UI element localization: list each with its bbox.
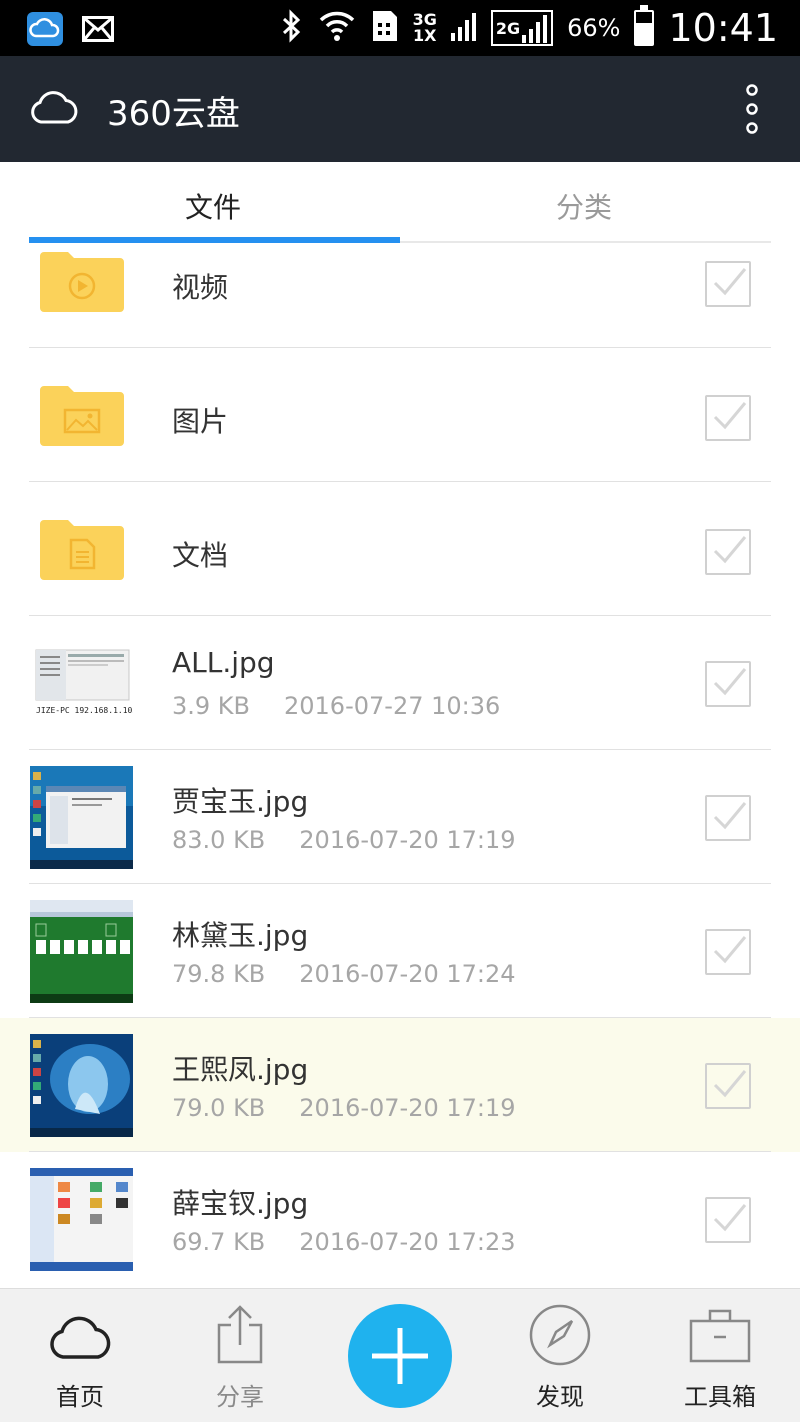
select-checkbox[interactable] bbox=[705, 261, 751, 307]
status-bar: 3G 1X 2G 66% 10:41 bbox=[0, 0, 800, 56]
file-name: 图片 bbox=[172, 405, 229, 438]
file-date: 2016-07-20 17:23 bbox=[299, 1228, 516, 1256]
nav-share[interactable]: 分享 bbox=[160, 1289, 320, 1423]
select-checkbox[interactable] bbox=[705, 661, 751, 707]
tab-bar: 文件 分类 bbox=[0, 162, 800, 244]
tab-active-indicator bbox=[29, 237, 400, 243]
image-thumbnail bbox=[30, 900, 133, 1003]
toolbox-icon bbox=[688, 1307, 752, 1369]
app-title: 360云盘 bbox=[107, 94, 240, 134]
list-item-file[interactable]: 薛宝钗.jpg 69.7 KB 2016-07-20 17:23 bbox=[0, 1152, 800, 1286]
battery-fill bbox=[636, 22, 653, 44]
mail-icon bbox=[82, 16, 114, 46]
file-meta: 79.0 KB 2016-07-20 17:19 bbox=[172, 1094, 516, 1122]
select-checkbox[interactable] bbox=[705, 1197, 751, 1243]
nav-label: 分享 bbox=[216, 1383, 264, 1411]
nav-label: 工具箱 bbox=[684, 1383, 756, 1411]
image-thumbnail bbox=[30, 1034, 133, 1137]
select-checkbox[interactable] bbox=[705, 929, 751, 975]
file-size: 69.7 KB bbox=[172, 1228, 266, 1256]
nav-toolbox[interactable]: 工具箱 bbox=[640, 1289, 800, 1423]
folder-video-icon bbox=[38, 248, 126, 318]
bluetooth-icon bbox=[281, 9, 303, 47]
list-item-folder-images[interactable]: 图片 bbox=[0, 348, 800, 482]
list-item-file[interactable]: 贾宝玉.jpg 83.0 KB 2016-07-20 17:19 bbox=[0, 750, 800, 884]
nav-label: 发现 bbox=[536, 1383, 584, 1411]
file-meta: 69.7 KB 2016-07-20 17:23 bbox=[172, 1228, 516, 1256]
sim-card-icon bbox=[371, 9, 399, 47]
signal-2g-icon: 2G bbox=[490, 10, 554, 46]
file-name: 林黛玉.jpg bbox=[172, 919, 309, 952]
signal-icon bbox=[450, 11, 477, 45]
file-date: 2016-07-20 17:19 bbox=[299, 826, 516, 854]
image-thumbnail bbox=[30, 766, 133, 869]
list-item-file[interactable]: 林黛玉.jpg 79.8 KB 2016-07-20 17:24 bbox=[0, 884, 800, 1018]
file-meta: 83.0 KB 2016-07-20 17:19 bbox=[172, 826, 516, 854]
cloud-logo-icon bbox=[28, 84, 80, 134]
file-name: 王熙凤.jpg bbox=[172, 1053, 309, 1086]
file-name: ALL.jpg bbox=[172, 646, 275, 679]
nav-home[interactable]: 首页 bbox=[0, 1289, 160, 1423]
nav-label: 首页 bbox=[56, 1383, 104, 1411]
file-date: 2016-07-20 17:19 bbox=[299, 1094, 516, 1122]
file-size: 79.0 KB bbox=[172, 1094, 266, 1122]
add-button[interactable] bbox=[348, 1304, 452, 1408]
folder-document-icon bbox=[38, 516, 126, 586]
battery-percent: 66% bbox=[567, 14, 621, 42]
network-type-label: 3G 1X bbox=[413, 12, 437, 44]
compass-icon bbox=[528, 1303, 592, 1371]
file-meta: 3.9 KB 2016-07-27 10:36 bbox=[172, 692, 500, 720]
network-bottom-label: 1X bbox=[413, 26, 437, 45]
folder-image-icon bbox=[38, 382, 126, 452]
file-meta: 79.8 KB 2016-07-20 17:24 bbox=[172, 960, 516, 988]
file-size: 3.9 KB bbox=[172, 692, 250, 720]
file-name: 贾宝玉.jpg bbox=[172, 785, 309, 818]
image-thumbnail: JIZE-PC 192.168.1.105 bbox=[30, 648, 133, 719]
file-list[interactable]: 视频 图片 文档 JIZE-PC 192.168.1.105 ALL.jpg 3… bbox=[0, 244, 800, 1288]
share-icon bbox=[216, 1303, 264, 1369]
plus-icon bbox=[370, 1326, 430, 1390]
list-item-file-highlighted[interactable]: 王熙凤.jpg 79.0 KB 2016-07-20 17:19 bbox=[0, 1018, 800, 1152]
app-bar: 360云盘 bbox=[0, 56, 800, 162]
battery-icon bbox=[634, 5, 655, 46]
file-size: 79.8 KB bbox=[172, 960, 266, 988]
file-name: 薛宝钗.jpg bbox=[172, 1187, 309, 1220]
cloud-icon bbox=[46, 1313, 114, 1367]
list-item-folder-documents[interactable]: 文档 bbox=[0, 482, 800, 616]
select-checkbox[interactable] bbox=[705, 529, 751, 575]
file-name: 视频 bbox=[172, 271, 229, 304]
file-date: 2016-07-20 17:24 bbox=[299, 960, 516, 988]
file-date: 2016-07-27 10:36 bbox=[284, 692, 501, 720]
nav-discover[interactable]: 发现 bbox=[480, 1289, 640, 1423]
clock: 10:41 bbox=[668, 6, 778, 50]
thumbnail-caption: JIZE-PC 192.168.1.105 bbox=[36, 706, 133, 715]
status-right-group: 3G 1X 2G 66% 10:41 bbox=[281, 5, 778, 50]
list-item-file[interactable]: JIZE-PC 192.168.1.105 ALL.jpg 3.9 KB 2016… bbox=[0, 616, 800, 750]
file-size: 83.0 KB bbox=[172, 826, 266, 854]
image-thumbnail bbox=[30, 1168, 133, 1271]
select-checkbox[interactable] bbox=[705, 795, 751, 841]
network2-label: 2G bbox=[495, 18, 521, 38]
tab-categories[interactable]: 分类 bbox=[556, 186, 612, 226]
select-checkbox[interactable] bbox=[705, 1063, 751, 1109]
more-options-icon[interactable] bbox=[746, 84, 758, 134]
cloud-app-notification-icon bbox=[27, 12, 63, 46]
select-checkbox[interactable] bbox=[705, 395, 751, 441]
wifi-icon bbox=[317, 8, 357, 48]
tab-files[interactable]: 文件 bbox=[185, 186, 241, 226]
file-name: 文档 bbox=[172, 539, 229, 572]
list-item-folder-video[interactable]: 视频 bbox=[0, 244, 800, 348]
